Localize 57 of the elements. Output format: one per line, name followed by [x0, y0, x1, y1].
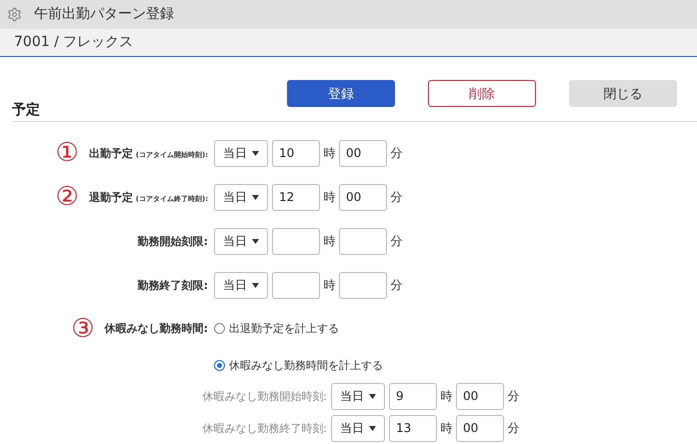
caret-icon [252, 150, 259, 156]
field-label: 出勤予定 [88, 146, 133, 160]
radio-option[interactable]: 休暇みなし勤務時間を計上する [214, 358, 383, 372]
day-select[interactable]: 当日 [331, 382, 385, 410]
minute-unit: 分 [390, 276, 404, 294]
minute-input[interactable]: 00 [339, 184, 387, 210]
hour-input[interactable] [272, 272, 320, 298]
field-label: 勤務開始刻限: [138, 234, 208, 248]
field-label: 勤務終了刻限: [138, 278, 208, 292]
caret-icon [252, 282, 259, 288]
field-label: 退勤予定 [88, 190, 133, 204]
hour-input[interactable] [272, 228, 320, 254]
circled-number: ③ [71, 316, 95, 342]
caret-icon [369, 394, 376, 398]
hour-input[interactable]: 13 [389, 414, 437, 442]
radio-option[interactable]: 出退勤予定を計上する [214, 321, 339, 336]
minute-unit: 分 [390, 144, 404, 162]
day-select[interactable]: 当日 [214, 228, 268, 254]
day-select[interactable]: 当日 [214, 184, 268, 210]
day-select[interactable]: 当日 [214, 272, 268, 298]
hour-unit: 時 [440, 388, 454, 404]
pattern-name: 7001 / フレックス [14, 33, 134, 52]
minute-unit: 分 [390, 232, 404, 250]
hour-input[interactable]: 12 [272, 184, 320, 210]
settings-icon[interactable] [7, 6, 22, 22]
day-select[interactable]: 当日 [214, 140, 268, 166]
minute-input[interactable] [339, 272, 387, 298]
minute-input[interactable]: 00 [339, 140, 387, 166]
radio-icon[interactable] [214, 360, 225, 370]
minute-unit: 分 [506, 420, 520, 436]
register-button[interactable]: 登録 [287, 80, 395, 107]
field-label: 休暇みなし勤務開始時刻: [202, 388, 327, 404]
minute-input[interactable]: 00 [456, 382, 504, 410]
hour-input[interactable]: 9 [389, 382, 437, 410]
day-select[interactable]: 当日 [331, 414, 385, 442]
field-label: 休暇みなし勤務終了時刻: [202, 420, 327, 436]
minute-unit: 分 [390, 188, 404, 206]
hour-unit: 時 [322, 188, 336, 206]
minute-input[interactable] [339, 228, 387, 254]
minute-unit: 分 [506, 388, 520, 404]
minute-input[interactable]: 00 [456, 414, 504, 442]
caret-icon [369, 426, 376, 430]
field-label: 休暇みなし勤務時間: [104, 321, 208, 336]
circled-number: ① [55, 140, 79, 166]
radio-icon[interactable] [214, 323, 225, 334]
circled-number: ② [55, 184, 79, 210]
delete-button[interactable]: 削除 [428, 80, 536, 107]
hour-unit: 時 [322, 276, 336, 294]
hour-unit: 時 [322, 144, 336, 162]
close-button[interactable]: 閉じる [569, 80, 677, 107]
hour-input[interactable]: 10 [272, 140, 320, 166]
hour-unit: 時 [440, 420, 454, 436]
caret-icon [252, 194, 259, 200]
hour-unit: 時 [322, 232, 336, 250]
window-title: 午前出勤パターン登録 [34, 5, 174, 24]
section-title: 予定 [12, 102, 40, 118]
caret-icon [252, 238, 259, 244]
